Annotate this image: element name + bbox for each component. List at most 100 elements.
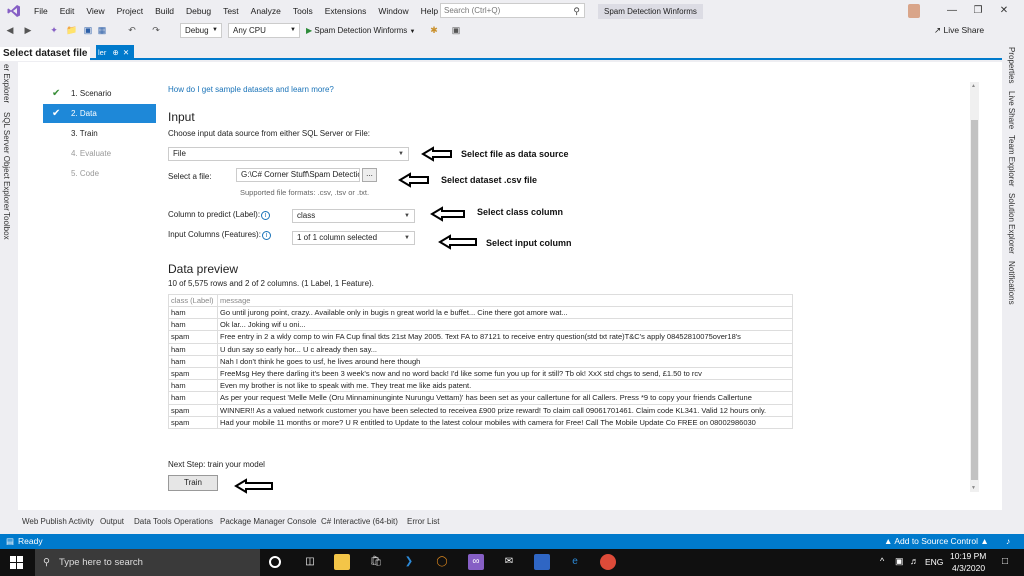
- team-explorer-tab[interactable]: Team Explorer: [1007, 135, 1016, 187]
- chrome-icon[interactable]: [600, 554, 616, 570]
- label-column-value: class: [297, 211, 316, 220]
- table-cell: ham: [168, 318, 218, 332]
- properties-tab[interactable]: Properties: [1007, 47, 1016, 83]
- wand-icon[interactable]: ✱: [428, 24, 440, 36]
- close-tab-icon[interactable]: ✕: [123, 48, 129, 57]
- browse-button[interactable]: ...: [362, 168, 377, 182]
- task-view-icon[interactable]: ◫: [302, 554, 318, 570]
- label-column-select[interactable]: class ▼: [292, 209, 415, 223]
- step-data[interactable]: ✔ 2. Data: [43, 104, 156, 123]
- notifications-tab[interactable]: Notifications: [1007, 261, 1016, 305]
- menu-file[interactable]: File: [28, 0, 54, 22]
- clock-time[interactable]: 10:19 PM: [950, 551, 986, 561]
- search-input[interactable]: Search (Ctrl+Q) ⚲: [440, 3, 585, 18]
- tab-csharp-interactive[interactable]: C# Interactive (64-bit): [321, 517, 398, 526]
- menu-edit[interactable]: Edit: [54, 0, 81, 22]
- data-source-select[interactable]: File ▼: [168, 147, 409, 161]
- features-select[interactable]: 1 of 1 column selected ▼: [292, 231, 415, 245]
- info-icon[interactable]: i: [261, 211, 271, 220]
- cortana-icon[interactable]: [269, 556, 281, 568]
- step-scenario[interactable]: ✔ 1. Scenario: [43, 84, 156, 103]
- close-icon[interactable]: ✕: [996, 3, 1012, 19]
- train-button[interactable]: Train: [168, 475, 218, 491]
- bell-icon[interactable]: ♪: [1006, 534, 1010, 549]
- step-train[interactable]: 3. Train: [43, 124, 156, 143]
- redo-icon[interactable]: ↷: [150, 24, 162, 36]
- table-cell: ham: [168, 354, 218, 368]
- network-icon[interactable]: ▣: [895, 556, 904, 567]
- minimize-icon[interactable]: —: [944, 3, 960, 19]
- scroll-down-icon[interactable]: ▼: [971, 485, 976, 491]
- document-tab[interactable]: ler ⊕ ✕: [96, 45, 134, 60]
- forward-icon[interactable]: ▶: [22, 24, 34, 36]
- window-icon[interactable]: [534, 554, 550, 570]
- volume-icon[interactable]: ♬: [910, 556, 919, 566]
- new-project-icon[interactable]: ✦: [48, 24, 60, 36]
- visual-studio-taskbar-icon[interactable]: ∞: [468, 554, 484, 570]
- table-cell: Free entry in 2 a wkly comp to win FA Cu…: [217, 330, 793, 344]
- menu-window[interactable]: Window: [372, 0, 414, 22]
- menu-project[interactable]: Project: [111, 0, 149, 22]
- solution-title: Spam Detection Winforms: [598, 4, 703, 19]
- play-icon: ▶: [306, 26, 313, 35]
- taskbar-search-input[interactable]: ⚲ Type here to search: [35, 549, 260, 576]
- tab-error-list[interactable]: Error List: [407, 517, 439, 526]
- source-control-button[interactable]: ▲ Add to Source Control ▲: [884, 534, 989, 549]
- menu-tools[interactable]: Tools: [287, 0, 319, 22]
- file-explorer-icon[interactable]: [334, 554, 350, 570]
- table-cell: WINNER!! As a valued network customer yo…: [217, 403, 793, 417]
- scrollbar-thumb[interactable]: [971, 120, 978, 480]
- sql-server-explorer-tab[interactable]: SQL Server Object Explorer: [2, 112, 11, 211]
- tab-output[interactable]: Output: [100, 517, 124, 526]
- file-path-field[interactable]: G:\C# Corner Stuff\Spam Detectio: [236, 168, 360, 182]
- menu-analyze[interactable]: Analyze: [245, 0, 287, 22]
- sample-datasets-link[interactable]: How do I get sample datasets and learn m…: [168, 85, 334, 94]
- live-share-button[interactable]: ↗ Live Share: [934, 23, 984, 38]
- edge-icon[interactable]: e: [567, 554, 583, 570]
- vscode-icon[interactable]: ❯: [401, 554, 417, 570]
- platform-select[interactable]: Any CPU ▼: [228, 23, 300, 38]
- pin-icon[interactable]: ⊕: [112, 48, 118, 57]
- vertical-scrollbar[interactable]: ▲ ▼: [970, 82, 979, 492]
- tab-package-manager-console[interactable]: Package Manager Console: [220, 517, 317, 526]
- start-debug-button[interactable]: ▶ Spam Detection Winforms ▼: [306, 23, 416, 38]
- windows-start-icon[interactable]: [10, 556, 23, 569]
- open-icon[interactable]: 📁: [66, 24, 78, 36]
- app-icon[interactable]: ◯: [434, 554, 450, 570]
- tray-chevron-icon[interactable]: ^: [880, 556, 884, 566]
- annotation-arrow-icon: [234, 478, 273, 494]
- save-icon[interactable]: ▣: [82, 24, 94, 36]
- save-all-icon[interactable]: ▦: [96, 24, 108, 36]
- mail-icon[interactable]: ✉: [501, 554, 517, 570]
- table-row: ham Even my brother is not like to speak …: [168, 379, 793, 393]
- restore-icon[interactable]: ❐: [970, 3, 986, 19]
- menu-test[interactable]: Test: [217, 0, 245, 22]
- tab-data-tools-operations[interactable]: Data Tools Operations: [134, 517, 213, 526]
- explorer-panel-tab[interactable]: er Explorer: [2, 64, 11, 103]
- overlay-caption: Select dataset file: [0, 47, 91, 61]
- annotation-dataset: Select dataset .csv file: [441, 175, 538, 185]
- tab-web-publish-activity[interactable]: Web Publish Activity: [22, 517, 94, 526]
- notifications-icon[interactable]: □: [1002, 556, 1008, 567]
- menu-view[interactable]: View: [80, 0, 110, 22]
- store-icon[interactable]: 🛍: [368, 554, 384, 570]
- solution-explorer-tab[interactable]: Solution Explorer: [1007, 193, 1016, 254]
- undo-icon[interactable]: ↶: [126, 24, 138, 36]
- chevron-down-icon: ▼: [212, 27, 218, 33]
- config-select[interactable]: Debug ▼: [180, 23, 222, 38]
- platform-value: Any CPU: [233, 26, 266, 35]
- avatar[interactable]: [908, 4, 920, 18]
- menu-extensions[interactable]: Extensions: [319, 0, 373, 22]
- language-indicator[interactable]: ENG: [925, 557, 943, 567]
- toolbox-tab[interactable]: Toolbox: [2, 212, 11, 240]
- clock-date[interactable]: 4/3/2020: [952, 563, 985, 573]
- scroll-up-icon[interactable]: ▲: [971, 83, 976, 89]
- menu-debug[interactable]: Debug: [180, 0, 217, 22]
- chevron-down-icon: ▼: [404, 213, 410, 219]
- menu-build[interactable]: Build: [149, 0, 180, 22]
- info-icon[interactable]: i: [261, 231, 271, 240]
- table-cell: Ok lar... Joking wif u oni...: [217, 318, 793, 332]
- back-icon[interactable]: ◀: [4, 24, 16, 36]
- live-share-tab[interactable]: Live Share: [1007, 91, 1016, 129]
- screenshot-icon[interactable]: ▣: [450, 24, 462, 36]
